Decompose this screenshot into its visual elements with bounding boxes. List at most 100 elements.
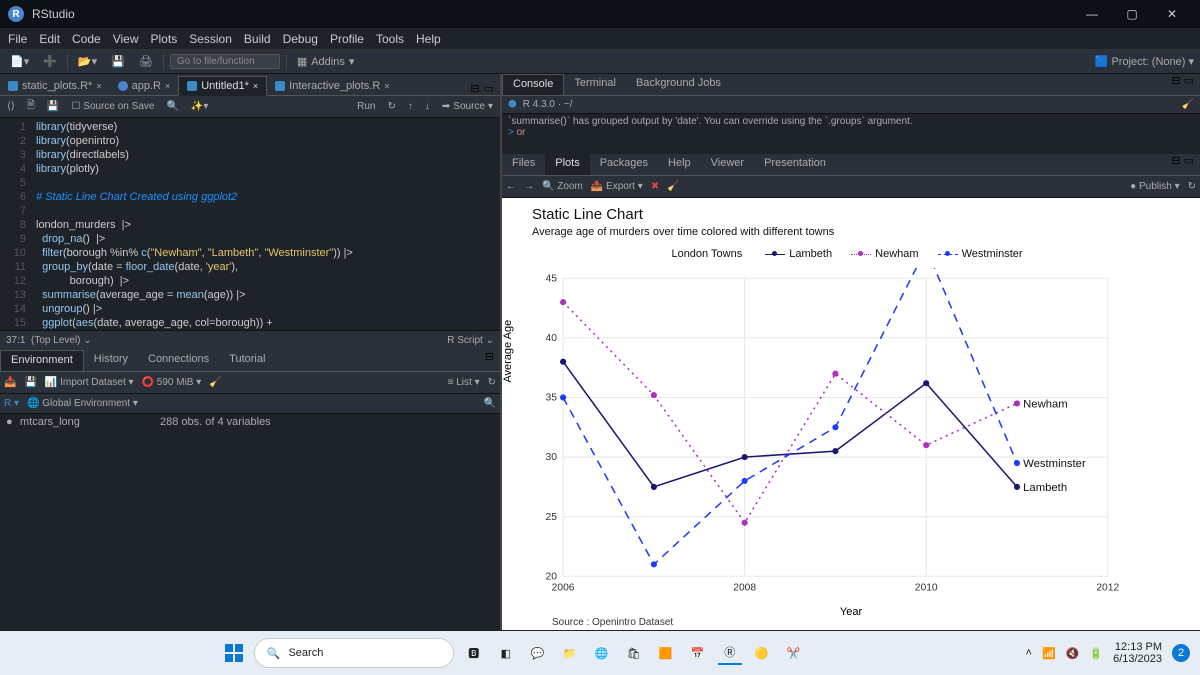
menu-view[interactable]: View [113, 32, 139, 46]
tab-presentation[interactable]: Presentation [754, 154, 836, 175]
new-project-icon[interactable]: ➕ [39, 55, 61, 68]
svg-text:20: 20 [546, 571, 558, 582]
tab-static-plots[interactable]: static_plots.R*× [0, 77, 110, 95]
tab-packages[interactable]: Packages [590, 154, 658, 175]
volume-icon[interactable]: 🔇 [1066, 647, 1080, 660]
list-view[interactable]: ≡ List ▾ [448, 377, 480, 388]
refresh-plot-icon[interactable]: ↻ [1188, 181, 1196, 192]
open-file-icon[interactable]: 📂▾ [74, 55, 101, 68]
print-icon[interactable]: 🖨 [135, 55, 157, 68]
rstudio-taskbar-icon[interactable]: Ⓡ [718, 641, 742, 665]
save-all-icon[interactable]: 💾 [107, 55, 129, 68]
tab-plots-pane[interactable]: Plots [545, 154, 589, 175]
r-scope-icon[interactable]: R ▾ [4, 398, 19, 409]
chrome-icon[interactable]: 🟡 [750, 641, 774, 665]
chat-icon[interactable]: 💬 [526, 641, 550, 665]
tab-tutorial[interactable]: Tutorial [219, 350, 275, 371]
tab-untitled1[interactable]: Untitled1*× [178, 76, 267, 96]
wand-icon[interactable]: ✨▾ [188, 101, 211, 112]
task-view-icon[interactable]: ◧ [494, 641, 518, 665]
menu-build[interactable]: Build [244, 32, 271, 46]
zoom-button[interactable]: 🔍 Zoom [542, 181, 583, 192]
search-env-icon[interactable]: 🔍 [484, 398, 496, 409]
menu-tools[interactable]: Tools [376, 32, 404, 46]
menu-profile[interactable]: Profile [330, 32, 364, 46]
menu-file[interactable]: File [8, 32, 27, 46]
plot-prev-icon[interactable]: ← [506, 181, 516, 192]
store-icon[interactable]: 🛍 [622, 641, 646, 665]
code-editor[interactable]: 1234567891011121314151617181920212223242… [0, 118, 500, 330]
maximize-button[interactable]: ▢ [1112, 0, 1152, 28]
tab-interactive-plots[interactable]: Interactive_plots.R× [267, 77, 397, 95]
menu-session[interactable]: Session [189, 32, 232, 46]
tab-environment[interactable]: Environment [0, 350, 84, 371]
tab-app-r[interactable]: app.R× [110, 77, 179, 95]
new-file-icon[interactable]: 📄▾ [6, 55, 33, 68]
down-chunk-icon[interactable]: ↓ [422, 101, 433, 112]
tab-connections[interactable]: Connections [138, 350, 219, 371]
source-button[interactable]: ➡ Source ▾ [439, 101, 496, 112]
plot-next-icon[interactable]: → [524, 181, 534, 192]
tab-history[interactable]: History [84, 350, 138, 371]
back-icon[interactable]: ⟨⟩ [4, 101, 18, 112]
menu-help[interactable]: Help [416, 32, 441, 46]
broom-icon[interactable]: 🧹 [209, 377, 221, 388]
addins-menu[interactable]: ▦ Addins ▾ [293, 55, 359, 68]
clear-console-icon[interactable]: 🧹 [1182, 99, 1194, 110]
source-maximize-icon[interactable]: ▭ [484, 82, 494, 95]
clock-date[interactable]: 6/13/2023 [1113, 653, 1162, 665]
minimize-button[interactable]: — [1072, 0, 1112, 28]
run-button[interactable]: Run [354, 101, 378, 112]
wifi-icon[interactable]: 📶 [1042, 647, 1056, 660]
load-ws-icon[interactable]: 📥 [4, 377, 16, 388]
clear-plots-icon[interactable]: 🧹 [667, 181, 679, 192]
notification-badge[interactable]: 2 [1172, 644, 1190, 662]
edge-icon[interactable]: 🌐 [590, 641, 614, 665]
menu-plots[interactable]: Plots [151, 32, 178, 46]
save-icon[interactable]: 💾 [44, 101, 62, 112]
plot-min-icon[interactable]: ⊟ ▭ [1165, 154, 1200, 175]
expand-icon[interactable]: ● [6, 416, 20, 428]
tab-terminal[interactable]: Terminal [564, 74, 626, 95]
clock-time[interactable]: 12:13 PM [1113, 641, 1162, 653]
goto-file-input[interactable]: Go to file/function [170, 54, 280, 69]
menu-debug[interactable]: Debug [283, 32, 318, 46]
menu-code[interactable]: Code [72, 32, 101, 46]
console-output[interactable]: `summarise()` has grouped output by 'dat… [502, 114, 1200, 154]
env-minimize-icon[interactable]: ⊟ [479, 350, 500, 371]
tab-bg-jobs[interactable]: Background Jobs [626, 74, 731, 95]
export-button[interactable]: 📤 Export ▾ [591, 181, 643, 192]
memory-usage[interactable]: ⭕ 590 MiB ▾ [142, 377, 202, 388]
console-min-icon[interactable]: ⊟ ▭ [1165, 74, 1200, 95]
tab-viewer[interactable]: Viewer [701, 154, 754, 175]
save-ws-icon[interactable]: 💾 [24, 377, 36, 388]
tray-chevron-icon[interactable]: ˄ [1026, 647, 1032, 659]
tab-files[interactable]: Files [502, 154, 545, 175]
refresh-env-icon[interactable]: ↻ [488, 377, 496, 388]
import-dataset[interactable]: 📊 Import Dataset ▾ [45, 377, 134, 388]
project-menu[interactable]: 🟦 Project: (None) ▾ [1095, 55, 1194, 68]
tab-console[interactable]: Console [502, 74, 564, 95]
taskbar-search[interactable]: 🔍 Search [254, 638, 454, 668]
show-doc-icon[interactable]: 🗎 [24, 98, 38, 115]
explorer-icon[interactable]: 📁 [558, 641, 582, 665]
source-minimize-icon[interactable]: ⊟ [470, 82, 479, 95]
env-var-name[interactable]: mtcars_long [20, 416, 160, 428]
calendar-icon[interactable]: 📅 [686, 641, 710, 665]
start-icon[interactable] [222, 641, 246, 665]
snip-icon[interactable]: ✂️ [782, 641, 806, 665]
close-button[interactable]: ✕ [1152, 0, 1192, 28]
menu-edit[interactable]: Edit [39, 32, 60, 46]
global-env[interactable]: 🌐 Global Environment ▾ [27, 398, 138, 409]
publish-button[interactable]: ● Publish ▾ [1130, 181, 1179, 192]
remove-plot-icon[interactable]: ✖ [651, 181, 659, 192]
battery-icon[interactable]: 🔋 [1089, 647, 1103, 660]
rerun-icon[interactable]: ↻ [385, 101, 399, 112]
source-on-save[interactable]: ☐ Source on Save [68, 101, 157, 112]
find-icon[interactable]: 🔍 [163, 101, 181, 112]
sublime-icon[interactable]: 🟧 [654, 641, 678, 665]
up-chunk-icon[interactable]: ↑ [405, 101, 416, 112]
console-info: ⬢ R 4.3.0 · ~/ 🧹 [502, 96, 1200, 114]
bing-icon[interactable]: 🅱 [462, 641, 486, 665]
tab-help[interactable]: Help [658, 154, 701, 175]
